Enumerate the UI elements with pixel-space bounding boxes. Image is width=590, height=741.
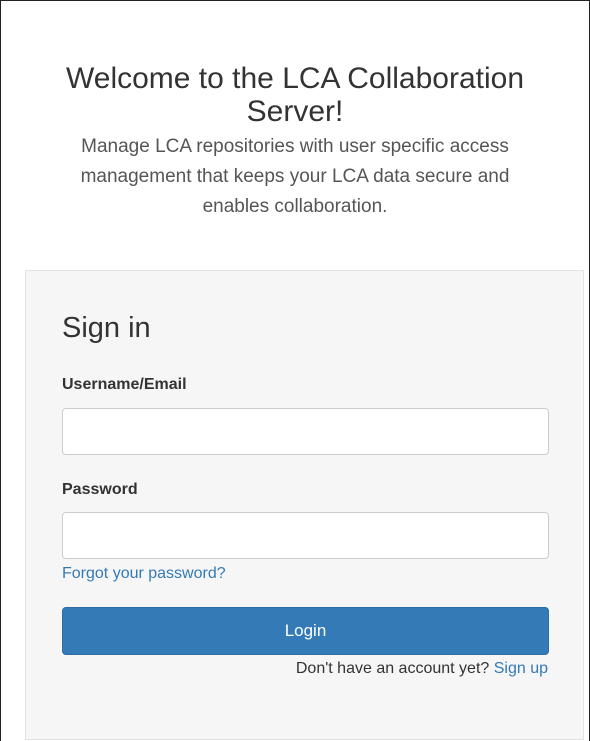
signup-link[interactable]: Sign up	[494, 660, 548, 677]
password-input[interactable]	[62, 512, 549, 559]
username-input[interactable]	[62, 408, 549, 455]
welcome-title: Welcome to the LCA Collaboration Server!	[65, 62, 525, 128]
signin-title: Sign in	[62, 312, 151, 344]
password-label: Password	[62, 481, 138, 498]
signin-card: Sign in Username/Email Password Forgot y…	[25, 270, 584, 740]
welcome-section: Welcome to the LCA Collaboration Server!…	[0, 62, 590, 222]
signup-row: Don't have an account yet? Sign up	[296, 660, 548, 678]
forgot-password-link[interactable]: Forgot your password?	[62, 565, 226, 583]
login-button[interactable]: Login	[62, 607, 549, 655]
username-label: Username/Email	[62, 376, 187, 393]
no-account-text: Don't have an account yet?	[295, 660, 490, 677]
welcome-subtitle: Manage LCA repositories with user specif…	[80, 136, 510, 217]
